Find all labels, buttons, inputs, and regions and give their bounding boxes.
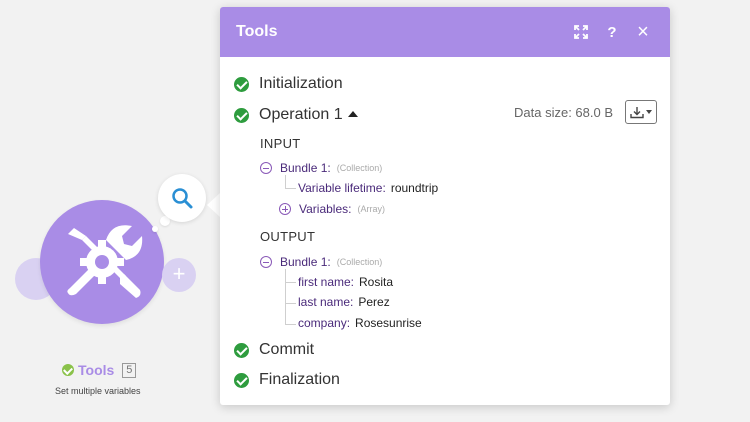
success-check-icon [234,76,249,92]
bundle-label: Bundle 1: [280,255,331,269]
expand-button[interactable] [570,21,592,43]
success-check-icon [234,372,249,388]
close-icon: × [637,20,649,43]
download-button[interactable] [625,100,657,124]
panel-header: Tools ? × [220,7,670,57]
tree-guide [285,175,296,189]
input-heading: INPUT [260,136,301,151]
operation-label: Initialization [259,75,343,92]
collapse-caret-icon[interactable] [347,111,358,117]
help-icon: ? [607,23,617,41]
bundle-type: (Collection) [336,163,383,173]
operation-initialization[interactable]: Initialization [234,75,343,93]
collapse-toggle-icon[interactable] [260,162,272,174]
search-icon [172,188,193,209]
operation-finalization[interactable]: Finalization [234,371,340,389]
inspect-bubble[interactable] [158,174,206,222]
expand-icon [574,25,588,39]
module-subtitle: Set multiple variables [55,386,141,396]
output-item-first-name: first name: Rosita [298,275,393,289]
module-name: Tools [78,362,115,378]
item-key: company: [298,316,351,330]
operation-commit[interactable]: Commit [234,341,314,359]
add-module-button[interactable]: + [162,258,196,292]
panel-pointer [207,193,220,217]
chevron-down-icon [646,110,652,114]
panel-title: Tools [236,23,278,40]
module-title: Tools 5 [62,362,137,378]
bubble-dot-small [152,226,158,232]
close-button[interactable]: × [632,21,654,43]
output-item-company: company: Rosesunrise [298,316,422,330]
download-icon [630,106,644,118]
operation-label: Operation 1 [259,106,343,123]
input-bundle[interactable]: Bundle 1: (Collection) [260,161,382,175]
tools-module[interactable] [40,200,164,324]
execution-panel: Tools ? × Initialization Operation 1 Dat… [220,7,670,405]
module-id-badge: 5 [122,362,137,378]
item-value: Rosita [359,275,394,289]
operation-1[interactable]: Operation 1 [234,106,358,124]
success-check-icon [62,364,74,376]
item-key: first name: [298,275,355,289]
help-button[interactable]: ? [601,21,623,43]
collapse-toggle-icon[interactable] [260,256,272,268]
output-heading: OUTPUT [260,229,316,244]
item-key: Variable lifetime: [298,181,386,195]
output-item-last-name: last name: Perez [298,295,390,309]
input-item-variable-lifetime: Variable lifetime: roundtrip [298,181,438,195]
item-type: (Array) [357,204,385,214]
success-check-icon [234,107,249,123]
expand-toggle-icon[interactable] [279,203,291,215]
output-bundle[interactable]: Bundle 1: (Collection) [260,255,382,269]
operation-label: Commit [259,341,315,358]
item-key: last name: [298,295,354,309]
operation-label: Finalization [259,371,340,388]
item-value: Perez [358,295,390,309]
tree-guide [285,269,296,325]
success-check-icon [234,342,249,358]
tools-icon [67,225,143,298]
item-key: Variables: [299,202,352,216]
item-value: roundtrip [390,181,439,195]
item-value: Rosesunrise [355,316,422,330]
bundle-type: (Collection) [336,257,383,267]
data-size: Data size: 68.0 B [514,105,613,120]
bundle-label: Bundle 1: [280,161,331,175]
input-item-variables[interactable]: Variables: (Array) [279,202,385,216]
